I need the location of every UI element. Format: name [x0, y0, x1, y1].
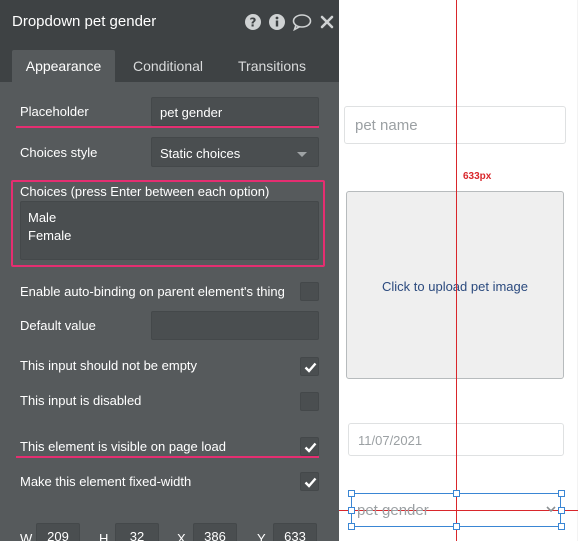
- visible-label: This element is visible on page load: [20, 439, 226, 454]
- property-editor-panel: Dropdown pet gender ? Appearance Conditi…: [0, 0, 340, 541]
- upload-prompt: Click to upload pet image: [382, 279, 528, 294]
- resize-handle[interactable]: [348, 507, 355, 514]
- choice-item: Male: [28, 210, 57, 225]
- x-label: X: [177, 531, 186, 541]
- checkmark-icon: [304, 362, 317, 373]
- resize-handle[interactable]: [453, 490, 460, 497]
- default-value-label: Default value: [20, 318, 96, 333]
- placeholder-label: Placeholder: [20, 104, 89, 119]
- highlight-underline-visible: [16, 456, 319, 458]
- resize-handle[interactable]: [558, 523, 565, 530]
- resize-handle[interactable]: [348, 523, 355, 530]
- height-input[interactable]: 32: [115, 523, 159, 541]
- visible-checkbox[interactable]: [300, 437, 319, 456]
- choices-style-value: Static choices: [160, 146, 241, 161]
- auto-binding-label: Enable auto-binding on parent element's …: [20, 284, 285, 299]
- checkmark-icon: [304, 477, 317, 488]
- chevron-down-icon: [297, 152, 307, 157]
- choices-style-label: Choices style: [20, 145, 98, 160]
- not-empty-label: This input should not be empty: [20, 358, 198, 373]
- panel-title: Dropdown pet gender: [12, 13, 157, 30]
- info-icon[interactable]: [268, 13, 286, 31]
- tabs-row: Appearance Conditional Transitions: [0, 44, 340, 82]
- fixed-width-label: Make this element fixed-width: [20, 474, 192, 489]
- resize-handle[interactable]: [558, 490, 565, 497]
- y-input[interactable]: 633: [273, 523, 317, 541]
- disabled-checkbox[interactable]: [300, 392, 319, 411]
- auto-binding-checkbox[interactable]: [300, 282, 319, 301]
- placeholder-input[interactable]: pet gender: [151, 97, 319, 126]
- tab-transitions[interactable]: Transitions: [226, 50, 318, 82]
- pet-gender-placeholder: pet gender: [357, 502, 429, 519]
- checkmark-icon: [304, 442, 317, 453]
- x-input[interactable]: 386: [193, 523, 237, 541]
- choice-item: Female: [28, 228, 72, 243]
- resize-handle[interactable]: [453, 523, 460, 530]
- highlight-underline-placeholder: [16, 126, 319, 128]
- pet-name-input[interactable]: pet name: [344, 106, 566, 144]
- pet-image-uploader[interactable]: Click to upload pet image: [346, 191, 564, 379]
- resize-handle[interactable]: [558, 507, 565, 514]
- height-label: H: [99, 531, 109, 541]
- fixed-width-checkbox[interactable]: [300, 472, 319, 491]
- comment-icon[interactable]: [292, 13, 312, 32]
- distance-label: 633px: [463, 171, 492, 182]
- width-label: W: [20, 531, 33, 541]
- y-label: Y: [257, 531, 266, 541]
- choices-textarea[interactable]: Male Female: [20, 201, 319, 260]
- tab-appearance[interactable]: Appearance: [12, 50, 115, 82]
- distance-guide-line: [456, 0, 457, 541]
- date-value: 11/07/2021: [358, 433, 423, 448]
- choices-style-dropdown[interactable]: Static choices: [151, 137, 319, 167]
- default-value-input[interactable]: [151, 311, 319, 340]
- help-icon[interactable]: ?: [244, 13, 262, 31]
- panel-header: Dropdown pet gender ?: [0, 0, 340, 44]
- pet-gender-dropdown[interactable]: pet gender: [351, 493, 561, 527]
- chevron-down-icon: [546, 506, 556, 513]
- choices-label: Choices (press Enter between each option…: [20, 184, 270, 199]
- svg-text:?: ?: [250, 16, 257, 30]
- disabled-label: This input is disabled: [20, 393, 142, 408]
- width-input[interactable]: 209: [36, 523, 80, 541]
- placeholder-value: pet gender: [160, 105, 223, 120]
- pet-name-placeholder: pet name: [355, 117, 418, 134]
- close-icon[interactable]: [319, 13, 335, 31]
- not-empty-checkbox[interactable]: [300, 357, 319, 376]
- resize-handle[interactable]: [348, 490, 355, 497]
- tab-conditional[interactable]: Conditional: [121, 50, 215, 82]
